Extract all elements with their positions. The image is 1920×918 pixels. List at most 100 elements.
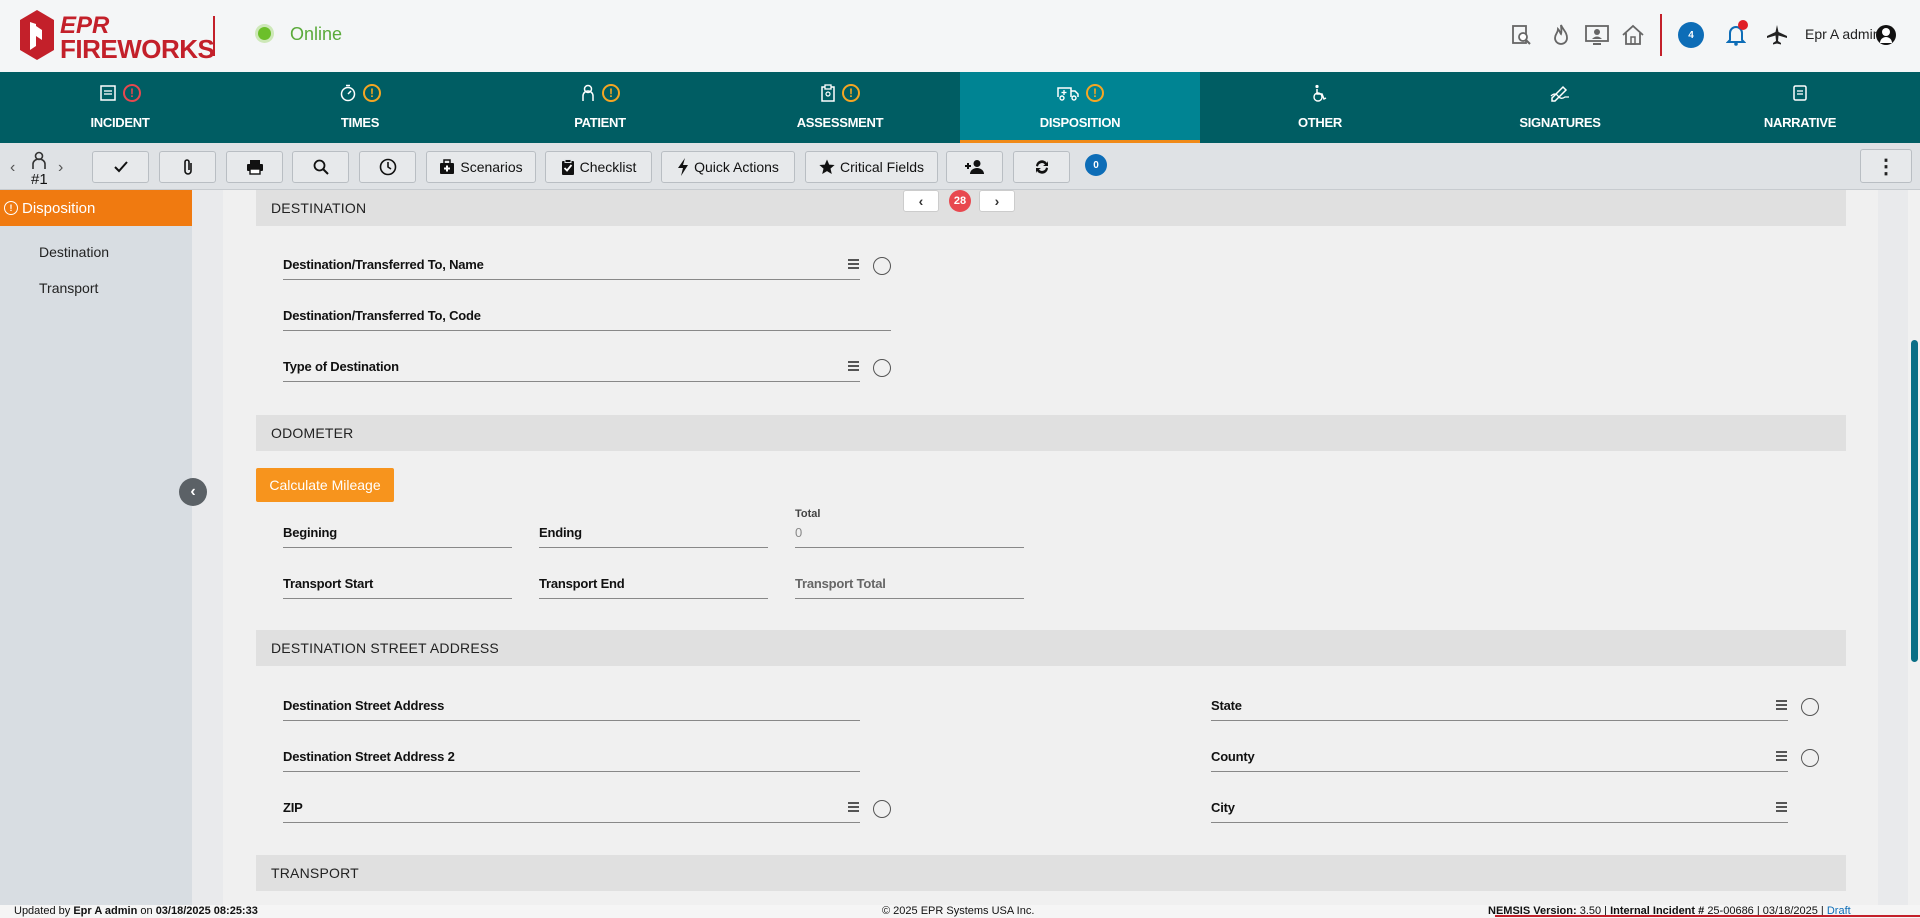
- patient-navigator: ‹ › #1: [8, 151, 74, 188]
- add-person-button[interactable]: [946, 151, 1003, 183]
- tab-label: PATIENT: [574, 115, 626, 130]
- sidebar-heading-label: Disposition: [22, 199, 96, 217]
- section-odometer-heading: ODOMETER: [256, 415, 1846, 451]
- tab-label: OTHER: [1297, 115, 1342, 130]
- clear-radio[interactable]: [1801, 749, 1819, 767]
- updated-user: Epr A admin: [73, 905, 138, 917]
- critical-fields-button[interactable]: Critical Fields: [805, 151, 938, 183]
- check-button[interactable]: [92, 151, 149, 183]
- odometer-ending-field[interactable]: Ending: [539, 522, 768, 548]
- prev-page-button[interactable]: ‹: [903, 190, 939, 212]
- sidebar-item-transport[interactable]: Transport: [39, 280, 98, 296]
- clear-radio[interactable]: [873, 800, 891, 818]
- destination-code-field[interactable]: Destination/Transferred To, Code: [283, 305, 891, 331]
- street-address-field[interactable]: Destination Street Address: [283, 695, 860, 721]
- home-icon[interactable]: [1620, 22, 1646, 48]
- pager-count-badge: 28: [949, 190, 971, 212]
- street-address-2-field[interactable]: Destination Street Address 2: [283, 746, 860, 772]
- tab-incident[interactable]: ! INCIDENT: [0, 72, 240, 143]
- list-menu-icon[interactable]: [848, 361, 859, 371]
- clear-radio[interactable]: [1801, 698, 1819, 716]
- disposition-form: DESTINATION ‹ 28 › Destination/Transferr…: [223, 190, 1878, 905]
- quick-actions-label: Quick Actions: [694, 159, 779, 175]
- field-label: State: [1211, 698, 1242, 713]
- header-divider: [1660, 14, 1662, 56]
- notification-dot: [1738, 20, 1748, 30]
- fire-icon[interactable]: [1548, 22, 1574, 48]
- list-menu-icon[interactable]: [848, 802, 859, 812]
- patient-number: #1: [31, 171, 48, 188]
- scrollbar-thumb[interactable]: [1911, 340, 1918, 662]
- tab-other[interactable]: OTHER: [1200, 72, 1440, 143]
- warning-icon: !: [4, 201, 18, 215]
- online-status-text: Online: [290, 24, 343, 44]
- paperclip-icon: [183, 159, 192, 175]
- messages-icon[interactable]: 0: [1085, 154, 1107, 176]
- copyright: © 2025 EPR Systems USA Inc.: [882, 905, 1035, 917]
- app-logo[interactable]: EPR FIREWORKS: [20, 10, 215, 64]
- field-label: Ending: [539, 525, 582, 540]
- more-options-icon[interactable]: ⋮: [1860, 149, 1912, 183]
- tab-label: NARRATIVE: [1763, 115, 1837, 130]
- scenarios-button[interactable]: Scenarios: [426, 151, 536, 183]
- chevron-right-icon[interactable]: ›: [58, 159, 63, 177]
- sync-button[interactable]: [1013, 151, 1070, 183]
- check-icon: [113, 161, 128, 173]
- logo-divider: [213, 16, 215, 56]
- tab-signatures[interactable]: SIGNATURES: [1440, 72, 1680, 143]
- tab-patient[interactable]: ! PATIENT: [480, 72, 720, 143]
- transport-start-field[interactable]: Transport Start: [283, 573, 512, 599]
- calculate-mileage-button[interactable]: Calculate Mileage: [256, 468, 394, 502]
- field-label: County: [1211, 749, 1255, 764]
- search-document-icon[interactable]: [1508, 22, 1534, 48]
- state-field[interactable]: State: [1211, 695, 1788, 721]
- transport-end-field[interactable]: Transport End: [539, 573, 768, 599]
- county-field[interactable]: County: [1211, 746, 1788, 772]
- list-menu-icon[interactable]: [1776, 700, 1787, 710]
- chevron-left-icon[interactable]: ‹: [10, 159, 15, 177]
- print-button[interactable]: [226, 151, 283, 183]
- updated-info: Updated by Epr A admin on 03/18/2025 08:…: [14, 905, 258, 917]
- monitor-user-icon[interactable]: [1584, 22, 1610, 48]
- city-field[interactable]: City: [1211, 797, 1788, 823]
- field-label: Transport Start: [283, 576, 374, 591]
- clear-radio[interactable]: [873, 257, 891, 275]
- printer-icon: [246, 160, 263, 175]
- chat-icon[interactable]: 4: [1678, 22, 1704, 48]
- updated-time: 03/18/2025 08:25:33: [155, 905, 258, 917]
- search-button[interactable]: [292, 151, 349, 183]
- history-button[interactable]: [359, 151, 416, 183]
- main-tabs: ! INCIDENT ! TIMES ! PATIENT ! ASSESSMEN…: [0, 72, 1920, 143]
- field-label: Begining: [283, 525, 338, 540]
- medkit-icon: [440, 159, 455, 174]
- zip-field[interactable]: ZIP: [283, 797, 860, 823]
- tab-times[interactable]: ! TIMES: [240, 72, 480, 143]
- tab-assessment[interactable]: ! ASSESSMENT: [720, 72, 960, 143]
- airplane-icon[interactable]: [1764, 22, 1790, 48]
- top-header: EPR FIREWORKS Online 4 Epr A admin: [0, 0, 1920, 72]
- field-label: Transport Total: [795, 576, 886, 591]
- sidebar-heading-disposition[interactable]: ! Disposition: [0, 190, 192, 226]
- odometer-beginning-field[interactable]: Begining: [283, 522, 512, 548]
- destination-type-field[interactable]: Type of Destination: [283, 356, 860, 382]
- list-menu-icon[interactable]: [848, 259, 859, 269]
- collapse-sidebar-icon[interactable]: ‹: [179, 478, 207, 506]
- online-status-dot: [258, 27, 271, 40]
- list-menu-icon[interactable]: [1776, 751, 1787, 761]
- attachment-button[interactable]: [159, 151, 216, 183]
- next-page-button[interactable]: ›: [979, 190, 1015, 212]
- tab-narrative[interactable]: NARRATIVE: [1680, 72, 1920, 143]
- tab-disposition[interactable]: ! DISPOSITION: [960, 72, 1200, 143]
- list-menu-icon[interactable]: [1776, 802, 1787, 812]
- user-circle-icon[interactable]: [1876, 25, 1896, 45]
- destination-name-field[interactable]: Destination/Transferred To, Name: [283, 254, 860, 280]
- quick-actions-button[interactable]: Quick Actions: [661, 151, 795, 183]
- sidebar-item-destination[interactable]: Destination: [39, 244, 109, 260]
- clear-radio[interactable]: [873, 359, 891, 377]
- warning-icon: !: [363, 84, 381, 102]
- message-count: 0: [1093, 159, 1099, 171]
- warning-icon: !: [123, 84, 141, 102]
- wheelchair-icon: [1313, 84, 1327, 102]
- user-name[interactable]: Epr A admin: [1805, 26, 1881, 42]
- checklist-button[interactable]: Checklist: [545, 151, 652, 183]
